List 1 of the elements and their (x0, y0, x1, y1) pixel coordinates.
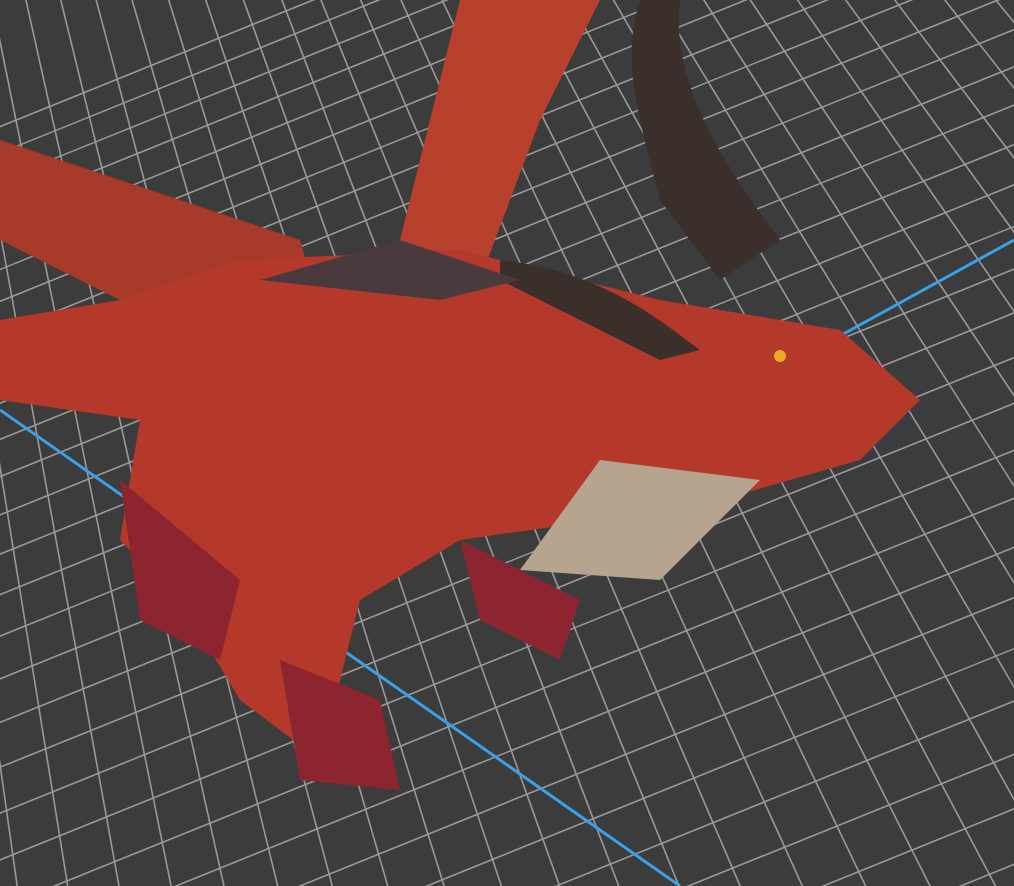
3d-viewport[interactable] (0, 0, 1014, 886)
